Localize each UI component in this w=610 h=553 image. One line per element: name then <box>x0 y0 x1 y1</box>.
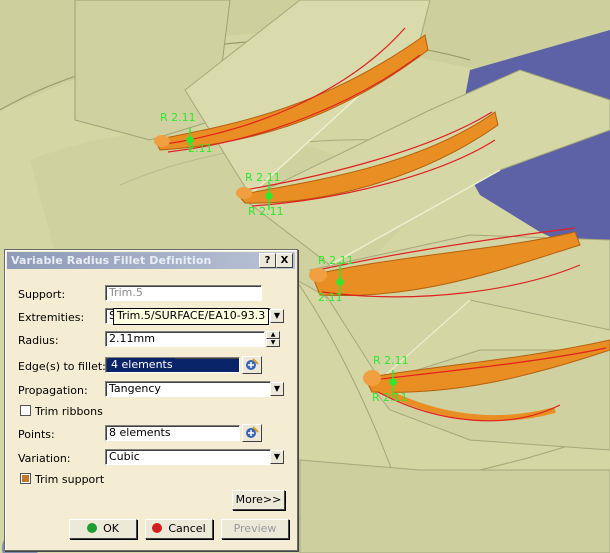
radius-label: Radius: <box>18 334 59 347</box>
points-field[interactable]: 8 elements <box>105 425 240 441</box>
help-button[interactable]: ? <box>259 253 276 268</box>
edges-label: Edge(s) to fillet: <box>18 360 106 373</box>
variation-dropdown-arrow[interactable]: ▼ <box>270 450 284 464</box>
close-button[interactable]: X <box>276 253 293 268</box>
radius-label: R 2.11 <box>160 111 196 124</box>
radius-input[interactable]: 2.11mm <box>105 331 265 347</box>
variation-label: Variation: <box>18 452 71 465</box>
radius-label: R 2.11 <box>245 171 281 184</box>
cancel-label: Cancel <box>168 522 206 535</box>
propagation-label: Propagation: <box>18 384 88 397</box>
radius-label: 2.11 <box>318 291 343 304</box>
propagation-combo[interactable]: Tangency <box>105 381 271 397</box>
extremities-dropdown-arrow[interactable]: ▼ <box>270 309 284 323</box>
trim-ribbons-checkbox[interactable] <box>20 405 31 416</box>
spin-down-icon[interactable]: ▼ <box>266 339 280 347</box>
dialog-title: Variable Radius Fillet Definition <box>11 254 212 267</box>
trim-support-label: Trim support <box>35 473 105 486</box>
dialog-titlebar[interactable]: Variable Radius Fillet Definition ? X <box>7 252 295 269</box>
edit-list-icon <box>246 358 259 370</box>
edges-list-button[interactable] <box>242 356 262 374</box>
edit-list-icon <box>246 426 259 438</box>
ok-button[interactable]: OK <box>69 519 137 539</box>
propagation-dropdown-arrow[interactable]: ▼ <box>270 382 284 396</box>
radius-label: R 2.11 <box>248 205 284 218</box>
cancel-button[interactable]: Cancel <box>145 519 213 539</box>
radius-spinner[interactable]: ▲ ▼ <box>266 331 280 347</box>
ok-label: OK <box>103 522 119 535</box>
radius-label: 2.11 <box>188 142 213 155</box>
support-field[interactable]: Trim.5 <box>105 285 262 301</box>
points-label: Points: <box>18 428 55 441</box>
radius-label: R 2.11 <box>373 354 409 367</box>
ok-icon <box>87 523 98 533</box>
spin-up-icon[interactable]: ▲ <box>266 331 280 339</box>
cancel-icon <box>152 523 163 533</box>
edges-value: 4 elements <box>109 358 175 371</box>
edges-field[interactable]: 4 elements <box>105 357 240 373</box>
trim-support-checkbox[interactable] <box>20 473 31 484</box>
points-list-button[interactable] <box>242 424 262 442</box>
preview-button[interactable]: Preview <box>221 519 289 539</box>
radius-label: R 2.11 <box>372 391 408 404</box>
radius-label: R 2.11 <box>318 254 354 267</box>
extremities-label: Extremities: <box>18 311 85 324</box>
extremities-tooltip: Trim.5/SURFACE/EA10-93.3 <box>113 308 270 325</box>
variable-radius-fillet-dialog: Variable Radius Fillet Definition ? X Su… <box>4 249 298 551</box>
support-label: Support: <box>18 288 66 301</box>
trim-ribbons-label: Trim ribbons <box>35 405 103 418</box>
variation-combo[interactable]: Cubic <box>105 449 271 465</box>
more-button[interactable]: More>> <box>232 490 285 510</box>
